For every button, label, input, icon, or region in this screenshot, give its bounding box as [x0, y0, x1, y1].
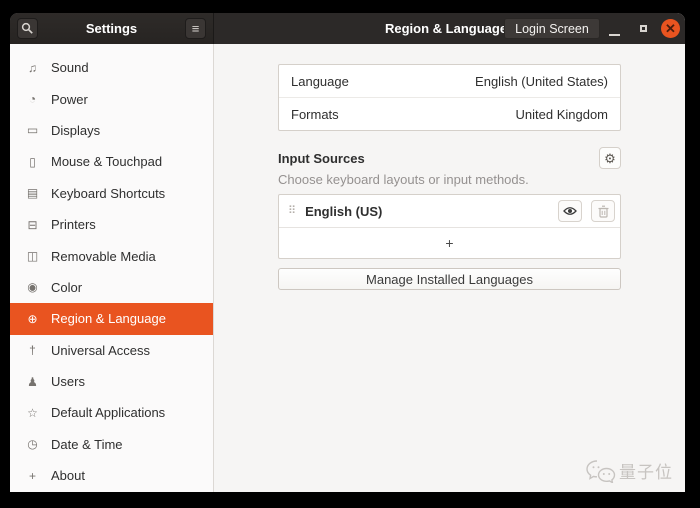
- sidebar-item-label: Printers: [51, 217, 96, 232]
- sidebar-item-label: Removable Media: [51, 249, 156, 264]
- users-icon: ♟: [25, 375, 40, 389]
- eye-icon: [563, 206, 577, 216]
- language-row[interactable]: Language English (United States): [279, 65, 620, 97]
- add-input-source-button[interactable]: +: [279, 227, 620, 258]
- sidebar-item-removable-media[interactable]: ◫ Removable Media: [10, 240, 213, 271]
- input-source-row[interactable]: ⠿ English (US): [279, 195, 620, 227]
- chat-bubbles-icon: [585, 459, 616, 483]
- input-sources-options-button[interactable]: ⚙: [599, 147, 621, 169]
- keyboard-icon: ▤: [25, 186, 40, 200]
- sidebar-item-label: Mouse & Touchpad: [51, 154, 162, 169]
- input-source-name: English (US): [305, 204, 549, 219]
- window-body: ♫ Sound ◔ Power ▭ Displays ▯ Mouse & Tou…: [10, 44, 685, 492]
- main-headerbar: Region & Language Login Screen ✕: [214, 13, 685, 44]
- login-screen-button[interactable]: Login Screen: [504, 18, 600, 39]
- page-title: Region & Language: [385, 21, 507, 36]
- sidebar-item-default-applications[interactable]: ☆ Default Applications: [10, 397, 213, 428]
- sidebar-item-label: Sound: [51, 60, 89, 75]
- removable-media-icon: ◫: [25, 249, 40, 263]
- input-sources-title: Input Sources: [278, 151, 365, 166]
- sidebar-item-label: Color: [51, 280, 82, 295]
- remove-source-button[interactable]: [591, 200, 615, 222]
- sidebar-item-label: About: [51, 468, 85, 483]
- minimize-icon[interactable]: [609, 34, 620, 36]
- sidebar: ♫ Sound ◔ Power ▭ Displays ▯ Mouse & Tou…: [10, 44, 214, 492]
- sidebar-item-users[interactable]: ♟ Users: [10, 366, 213, 397]
- sidebar-item-label: Default Applications: [51, 405, 165, 420]
- gear-icon: ⚙: [604, 152, 616, 165]
- window-title-settings: Settings: [86, 21, 137, 36]
- clock-icon: ◷: [25, 437, 40, 451]
- mouse-icon: ▯: [25, 155, 40, 169]
- watermark: 量子位: [585, 458, 673, 483]
- search-button[interactable]: [17, 18, 38, 39]
- accessibility-icon: †: [25, 343, 40, 357]
- power-icon: ◔: [25, 92, 40, 106]
- sidebar-item-universal-access[interactable]: † Universal Access: [10, 335, 213, 366]
- sidebar-item-label: Displays: [51, 123, 100, 138]
- region-language-panel: Language English (United States) Formats…: [214, 44, 685, 492]
- sidebar-item-region-language[interactable]: ⊕ Region & Language: [10, 303, 213, 334]
- sidebar-item-label: Keyboard Shortcuts: [51, 186, 165, 201]
- formats-value: United Kingdom: [516, 107, 609, 122]
- input-sources-subtitle: Choose keyboard layouts or input methods…: [278, 172, 621, 187]
- maximize-icon[interactable]: [640, 25, 647, 32]
- show-layout-button[interactable]: [558, 200, 582, 222]
- displays-icon: ▭: [25, 123, 40, 137]
- trash-icon: [598, 205, 609, 218]
- drag-handle-icon[interactable]: ⠿: [288, 206, 296, 217]
- close-button[interactable]: ✕: [661, 19, 680, 38]
- sidebar-item-date-time[interactable]: ◷ Date & Time: [10, 429, 213, 460]
- sidebar-headerbar: Settings ≡: [10, 13, 214, 44]
- printer-icon: ⊟: [25, 218, 40, 232]
- close-icon: ✕: [665, 22, 676, 35]
- color-icon: ◉: [25, 280, 40, 294]
- input-sources-header: Input Sources ⚙: [278, 147, 621, 169]
- sidebar-item-power[interactable]: ◔ Power: [10, 83, 213, 114]
- sidebar-item-label: Universal Access: [51, 343, 150, 358]
- about-icon: +: [25, 469, 40, 483]
- sidebar-item-keyboard-shortcuts[interactable]: ▤ Keyboard Shortcuts: [10, 178, 213, 209]
- watermark-text: 量子位: [619, 458, 673, 483]
- sidebar-item-mouse-touchpad[interactable]: ▯ Mouse & Touchpad: [10, 146, 213, 177]
- hamburger-icon: ≡: [192, 22, 200, 35]
- sidebar-item-about[interactable]: + About: [10, 460, 213, 491]
- sidebar-item-label: Users: [51, 374, 85, 389]
- manage-installed-languages-button[interactable]: Manage Installed Languages: [278, 268, 621, 290]
- globe-icon: ⊕: [25, 312, 40, 326]
- sidebar-item-label: Power: [51, 92, 88, 107]
- sidebar-item-color[interactable]: ◉ Color: [10, 272, 213, 303]
- sidebar-item-printers[interactable]: ⊟ Printers: [10, 209, 213, 240]
- sidebar-item-displays[interactable]: ▭ Displays: [10, 115, 213, 146]
- menu-button[interactable]: ≡: [185, 18, 206, 39]
- sidebar-item-label: Date & Time: [51, 437, 123, 452]
- language-value: English (United States): [475, 74, 608, 89]
- sound-icon: ♫: [25, 61, 40, 75]
- star-icon: ☆: [25, 406, 40, 420]
- formats-label: Formats: [291, 107, 339, 122]
- formats-row[interactable]: Formats United Kingdom: [279, 97, 620, 130]
- titlebar: Settings ≡ Region & Language Login Scree…: [10, 13, 685, 44]
- language-label: Language: [291, 74, 349, 89]
- language-formats-card: Language English (United States) Formats…: [278, 64, 621, 131]
- sidebar-item-label: Region & Language: [51, 311, 166, 326]
- plus-icon: +: [445, 235, 453, 251]
- sidebar-item-sound[interactable]: ♫ Sound: [10, 52, 213, 83]
- input-sources-list: ⠿ English (US): [278, 194, 621, 259]
- search-icon: [21, 22, 34, 35]
- settings-window: Settings ≡ Region & Language Login Scree…: [10, 13, 685, 492]
